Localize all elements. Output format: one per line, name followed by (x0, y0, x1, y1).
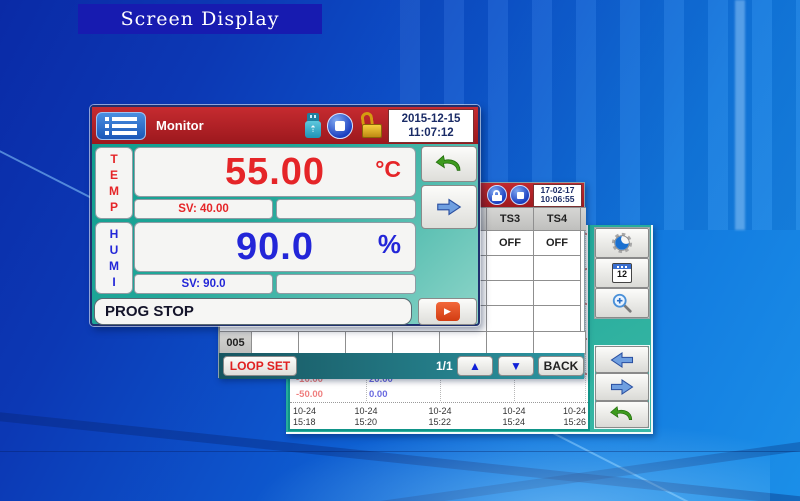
table-row-cell[interactable] (533, 305, 581, 332)
undo-icon (434, 153, 464, 175)
undo-icon (609, 404, 635, 424)
run-button[interactable]: ▶ (418, 298, 477, 325)
step-cell[interactable] (392, 331, 440, 354)
x-axis-label: 10-24 15:26 (563, 406, 586, 427)
arrow-right-icon (434, 196, 464, 218)
page-down-button[interactable]: ▼ (498, 356, 534, 376)
stop-circle-icon[interactable] (510, 185, 530, 205)
arrow-right-icon (608, 377, 636, 397)
lock-circle-icon[interactable] (487, 185, 507, 205)
status-bar: PROG STOP (94, 298, 412, 325)
step-number-cell[interactable]: 005 (219, 331, 252, 354)
x-axis-label: 10-24 15:24 (502, 406, 525, 427)
page-left-button[interactable] (595, 346, 649, 373)
chart-axis-line (290, 402, 588, 403)
banner: Screen Display (78, 4, 322, 34)
table-row-cell[interactable] (486, 280, 534, 306)
calendar-button[interactable]: 12 (595, 258, 649, 288)
page-indicator: 1/1 (436, 359, 453, 373)
banner-title: Screen Display (121, 8, 280, 30)
play-icon: ▶ (436, 302, 460, 321)
screen-title: Monitor (156, 118, 302, 133)
humi-unit: % (378, 229, 401, 260)
table-row-cell[interactable] (533, 280, 581, 306)
table-row-cell[interactable] (486, 305, 534, 332)
temp-aux-box[interactable] (276, 199, 416, 219)
gear-icon (611, 232, 633, 254)
table-cell-ts3[interactable]: OFF (486, 230, 534, 256)
zoom-button[interactable] (595, 288, 649, 318)
triangle-down-icon: ▼ (510, 359, 522, 373)
wallpaper: Screen Display -10.00 20.00 -50.00 0.00 … (0, 0, 800, 501)
status-text: PROG STOP (105, 303, 194, 320)
step-cell[interactable] (298, 331, 346, 354)
return-button[interactable] (421, 146, 477, 182)
table-row-cell[interactable] (533, 255, 581, 281)
monitor-header: Monitor ⇡ 2015-12-15 11:07:12 (92, 107, 478, 144)
humi-label: H U M I (95, 222, 133, 294)
temp-value-box[interactable]: 55.00 °C (134, 147, 416, 197)
calendar-icon: 12 (612, 263, 632, 283)
background-bright-band (735, 0, 745, 230)
table-cell-ts4[interactable]: OFF (533, 230, 581, 256)
x-axis-label: 10-24 15:20 (354, 406, 377, 427)
menu-icon (105, 117, 137, 121)
side-button-group-top: 12 (594, 227, 650, 319)
y-axis-tick-red: -50.00 (296, 389, 323, 400)
temp-value: 55.00 (135, 151, 415, 194)
date-text: 2015-12-15 (402, 112, 461, 126)
table-header (580, 207, 586, 231)
temp-label: T E M P (95, 147, 133, 219)
table-header-ts4: TS4 (533, 207, 581, 231)
humi-value: 90.0 (135, 226, 415, 269)
step-cell[interactable] (345, 331, 393, 354)
menu-button[interactable] (96, 112, 146, 140)
loop-set-button[interactable]: LOOP SET (223, 356, 297, 376)
time-text: 11:07:12 (408, 126, 453, 140)
background-diagonal-dark2 (0, 424, 800, 501)
step-cell[interactable] (486, 331, 534, 354)
step-cell[interactable] (533, 331, 586, 354)
calendar-day-label: 12 (617, 269, 627, 280)
next-screen-button[interactable] (421, 185, 477, 229)
datetime-display: 2015-12-15 11:07:12 (388, 109, 474, 143)
settings-button[interactable] (595, 228, 649, 258)
step-cell[interactable] (439, 331, 487, 354)
temp-unit: °C (375, 156, 401, 183)
temp-sv-box[interactable]: SV: 40.00 (134, 199, 273, 219)
y-axis-tick-blue: 0.00 (369, 389, 388, 400)
return-button[interactable] (595, 401, 649, 428)
humi-value-box[interactable]: 90.0 % (134, 222, 416, 272)
step-cell[interactable] (251, 331, 299, 354)
table-header-ts3: TS3 (486, 207, 534, 231)
usb-icon: ⇡ (305, 113, 321, 139)
unlock-icon[interactable] (360, 112, 384, 139)
stop-icon[interactable] (327, 113, 353, 139)
zoom-in-icon (611, 292, 633, 314)
back-button[interactable]: BACK (538, 356, 584, 376)
humi-sv-box[interactable]: SV: 90.0 (134, 274, 273, 294)
humi-aux-box[interactable] (276, 274, 416, 294)
triangle-up-icon: ▲ (469, 359, 481, 373)
monitor-panel: Monitor ⇡ 2015-12-15 11:07:12 T E M P 55… (90, 105, 480, 326)
page-up-button[interactable]: ▲ (457, 356, 493, 376)
x-axis-label: 10-24 15:22 (428, 406, 451, 427)
side-button-group-bottom (594, 345, 650, 429)
background-hairline (0, 451, 800, 452)
arrow-left-icon (608, 350, 636, 370)
table-row-cell[interactable] (486, 255, 534, 281)
program-footer: LOOP SET 1/1 ▲ ▼ BACK (219, 353, 584, 379)
page-right-button[interactable] (595, 373, 649, 400)
program-datetime: 17-02-17 10:06:55 (533, 184, 582, 207)
x-axis-label: 10-24 15:18 (293, 406, 316, 427)
